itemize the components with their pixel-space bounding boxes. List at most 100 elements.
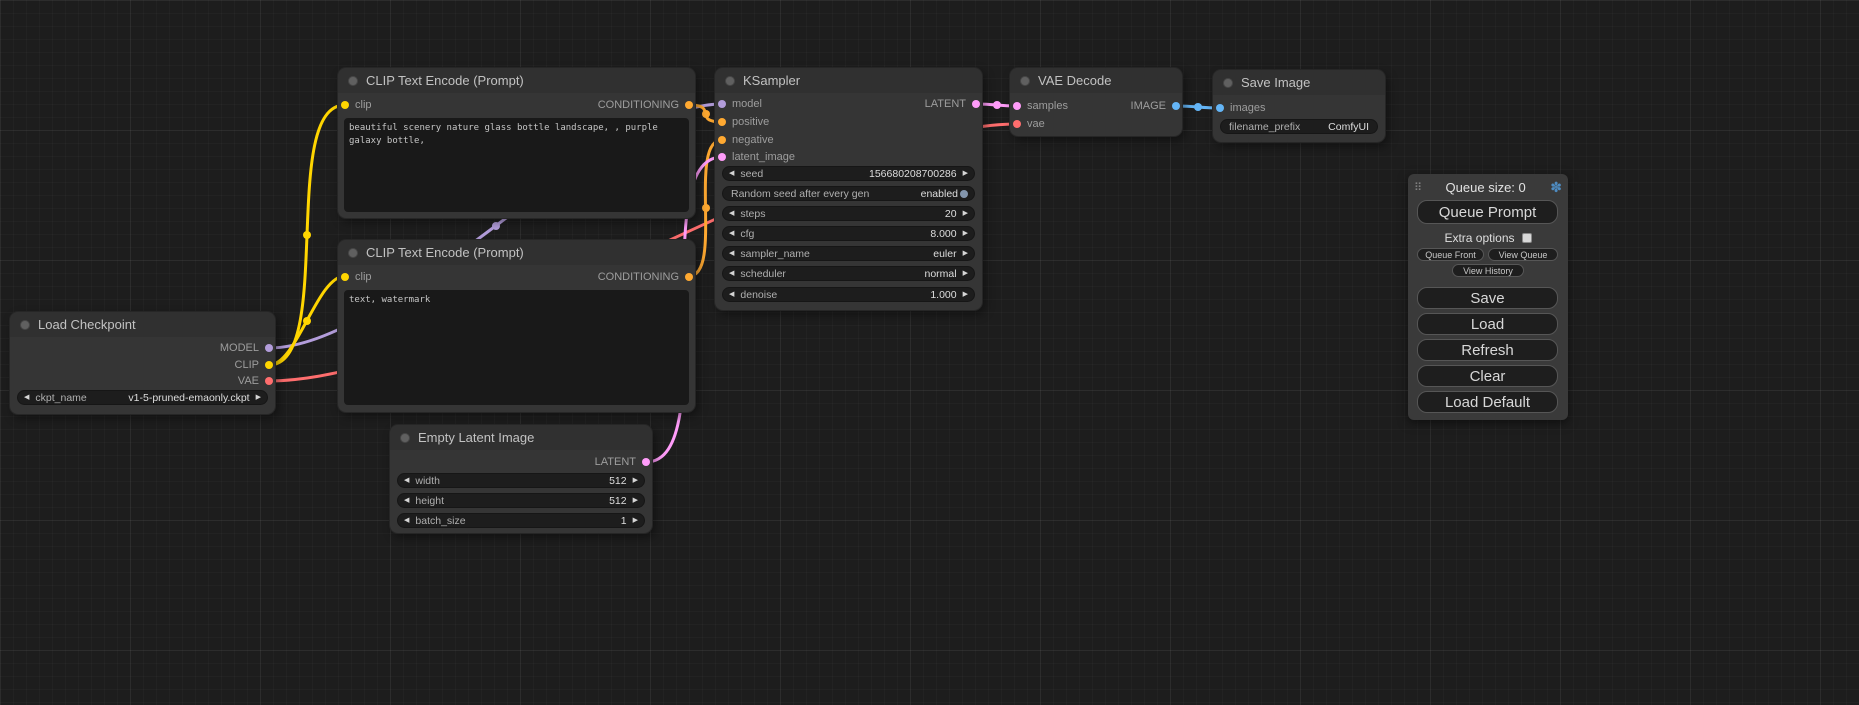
input-slot-positive[interactable]: positive <box>718 115 769 129</box>
widget-increment-icon[interactable]: ▶ <box>633 477 638 484</box>
input-slot-vae[interactable]: vae <box>1013 117 1045 131</box>
collapse-dot[interactable] <box>400 433 410 443</box>
width-widget[interactable]: ◀ width 512 ▶ <box>397 473 645 488</box>
height-widget[interactable]: ◀ height 512 ▶ <box>397 493 645 508</box>
conditioning-slot-dot[interactable] <box>685 101 693 109</box>
cfg-widget[interactable]: ◀ cfg 8.000 ▶ <box>722 226 975 241</box>
widget-decrement-icon[interactable]: ◀ <box>729 250 734 257</box>
node-graph-canvas[interactable]: Load Checkpoint MODEL CLIP VAE ◀ ckpt_na… <box>0 0 1859 705</box>
latent-slot-dot[interactable] <box>1013 102 1021 110</box>
widget-increment-icon[interactable]: ▶ <box>963 170 968 177</box>
widget-increment-icon[interactable]: ▶ <box>963 230 968 237</box>
widget-decrement-icon[interactable]: ◀ <box>729 170 734 177</box>
sampler-name-widget[interactable]: ◀ sampler_name euler ▶ <box>722 246 975 261</box>
output-slot-vae[interactable]: VAE <box>238 374 273 388</box>
vae-slot-dot[interactable] <box>265 377 273 385</box>
load-default-button[interactable]: Load Default <box>1417 391 1558 413</box>
collapse-dot[interactable] <box>20 320 30 330</box>
widget-increment-icon[interactable]: ▶ <box>633 517 638 524</box>
settings-gear-icon[interactable]: ✽ <box>1550 180 1562 194</box>
widget-increment-icon[interactable]: ▶ <box>963 210 968 217</box>
output-slot-conditioning[interactable]: CONDITIONING <box>598 270 693 284</box>
ckpt-name-widget[interactable]: ◀ ckpt_name v1-5-pruned-emaonly.ckpt ▶ <box>17 390 268 405</box>
collapse-dot[interactable] <box>1020 76 1030 86</box>
clip-slot-dot[interactable] <box>341 273 349 281</box>
clip-slot-dot[interactable] <box>341 101 349 109</box>
input-slot-model[interactable]: model <box>718 97 762 111</box>
node-empty-latent-image[interactable]: Empty Latent Image LATENT ◀ width 512 ▶ … <box>390 425 652 533</box>
widget-decrement-icon[interactable]: ◀ <box>404 497 409 504</box>
input-slot-latent-image[interactable]: latent_image <box>718 150 795 164</box>
collapse-dot[interactable] <box>348 248 358 258</box>
node-clip-text-encode-positive-titlebar[interactable]: CLIP Text Encode (Prompt) <box>338 68 695 93</box>
node-vae-decode[interactable]: VAE Decode samples vae IMAGE <box>1010 68 1182 136</box>
node-save-image[interactable]: Save Image images filename_prefix ComfyU… <box>1213 70 1385 142</box>
toggle-pin-icon[interactable] <box>960 190 968 198</box>
queue-prompt-button[interactable]: Queue Prompt <box>1417 200 1558 224</box>
clip-slot-dot[interactable] <box>265 361 273 369</box>
batch-size-widget[interactable]: ◀ batch_size 1 ▶ <box>397 513 645 528</box>
node-clip-text-encode-negative-titlebar[interactable]: CLIP Text Encode (Prompt) <box>338 240 695 265</box>
node-load-checkpoint-titlebar[interactable]: Load Checkpoint <box>10 312 275 337</box>
input-slot-clip[interactable]: clip <box>341 270 372 284</box>
widget-decrement-icon[interactable]: ◀ <box>729 230 734 237</box>
latent-slot-dot[interactable] <box>972 100 980 108</box>
denoise-widget[interactable]: ◀ denoise 1.000 ▶ <box>722 287 975 302</box>
widget-increment-icon[interactable]: ▶ <box>963 291 968 298</box>
input-slot-clip[interactable]: clip <box>341 98 372 112</box>
filename-prefix-widget[interactable]: filename_prefix ComfyUI <box>1220 119 1378 134</box>
node-empty-latent-image-titlebar[interactable]: Empty Latent Image <box>390 425 652 450</box>
conditioning-slot-dot[interactable] <box>718 118 726 126</box>
seed-widget[interactable]: ◀ seed 156680208700286 ▶ <box>722 166 975 181</box>
refresh-button[interactable]: Refresh <box>1417 339 1558 361</box>
widget-increment-icon[interactable]: ▶ <box>963 270 968 277</box>
conditioning-slot-dot[interactable] <box>718 136 726 144</box>
input-slot-images[interactable]: images <box>1216 101 1265 115</box>
node-ksampler[interactable]: KSampler model positive negative latent_… <box>715 68 982 310</box>
extra-options-checkbox[interactable] <box>1522 233 1532 243</box>
node-save-image-titlebar[interactable]: Save Image <box>1213 70 1385 95</box>
collapse-dot[interactable] <box>725 76 735 86</box>
latent-slot-dot[interactable] <box>718 153 726 161</box>
prompt-text-input[interactable]: beautiful scenery nature glass bottle la… <box>344 118 689 212</box>
widget-increment-icon[interactable]: ▶ <box>256 394 261 401</box>
node-load-checkpoint[interactable]: Load Checkpoint MODEL CLIP VAE ◀ ckpt_na… <box>10 312 275 414</box>
output-slot-model[interactable]: MODEL <box>220 341 273 355</box>
image-slot-dot[interactable] <box>1172 102 1180 110</box>
widget-decrement-icon[interactable]: ◀ <box>729 291 734 298</box>
widget-decrement-icon[interactable]: ◀ <box>24 394 29 401</box>
widget-increment-icon[interactable]: ▶ <box>963 250 968 257</box>
drag-handle-icon[interactable]: ⠿ <box>1414 181 1421 194</box>
model-slot-dot[interactable] <box>265 344 273 352</box>
node-clip-text-encode-negative[interactable]: CLIP Text Encode (Prompt) clip CONDITION… <box>338 240 695 412</box>
model-slot-dot[interactable] <box>718 100 726 108</box>
node-vae-decode-titlebar[interactable]: VAE Decode <box>1010 68 1182 93</box>
clear-button[interactable]: Clear <box>1417 365 1558 387</box>
node-ksampler-titlebar[interactable]: KSampler <box>715 68 982 93</box>
conditioning-slot-dot[interactable] <box>685 273 693 281</box>
view-queue-button[interactable]: View Queue <box>1488 248 1558 261</box>
widget-decrement-icon[interactable]: ◀ <box>404 477 409 484</box>
widget-decrement-icon[interactable]: ◀ <box>729 270 734 277</box>
output-slot-conditioning[interactable]: CONDITIONING <box>598 98 693 112</box>
scheduler-widget[interactable]: ◀ scheduler normal ▶ <box>722 266 975 281</box>
output-slot-clip[interactable]: CLIP <box>235 358 273 372</box>
view-history-button[interactable]: View History <box>1452 264 1524 277</box>
steps-widget[interactable]: ◀ steps 20 ▶ <box>722 206 975 221</box>
latent-slot-dot[interactable] <box>642 458 650 466</box>
output-slot-image[interactable]: IMAGE <box>1131 99 1180 113</box>
save-button[interactable]: Save <box>1417 287 1558 309</box>
output-slot-latent[interactable]: LATENT <box>925 97 980 111</box>
node-clip-text-encode-positive[interactable]: CLIP Text Encode (Prompt) clip CONDITION… <box>338 68 695 218</box>
queue-front-button[interactable]: Queue Front <box>1417 248 1484 261</box>
random-seed-toggle-widget[interactable]: Random seed after every gen enabled <box>722 186 975 201</box>
output-slot-latent[interactable]: LATENT <box>595 455 650 469</box>
widget-increment-icon[interactable]: ▶ <box>633 497 638 504</box>
image-slot-dot[interactable] <box>1216 104 1224 112</box>
prompt-text-input[interactable]: text, watermark <box>344 290 689 405</box>
input-slot-negative[interactable]: negative <box>718 133 774 147</box>
load-button[interactable]: Load <box>1417 313 1558 335</box>
collapse-dot[interactable] <box>348 76 358 86</box>
widget-decrement-icon[interactable]: ◀ <box>729 210 734 217</box>
widget-decrement-icon[interactable]: ◀ <box>404 517 409 524</box>
